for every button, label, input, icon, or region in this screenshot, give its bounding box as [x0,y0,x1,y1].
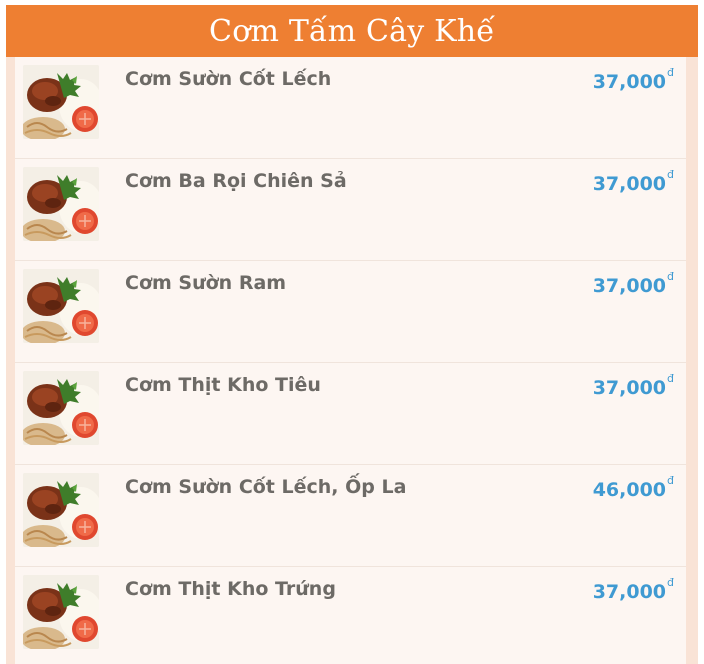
menu-item[interactable]: Cơm Thịt Kho Trứng 37,000đ [15,567,686,664]
menu-item[interactable]: Cơm Sườn Ram 37,000đ [15,261,686,363]
dish-price: 37,000đ [592,168,674,195]
menu-panel: Cơm Tấm Cây Khế Cơm Sườn Cốt Lếch 37,000… [6,5,698,664]
dish-name[interactable]: Cơm Sườn Cốt Lếch [125,68,331,90]
menu-item[interactable]: Cơm Sườn Cốt Lếch 37,000đ [15,57,686,159]
dish-price: 37,000đ [592,270,674,297]
dish-photo-icon[interactable] [23,167,99,241]
dish-name[interactable]: Cơm Sườn Cốt Lếch, Ốp La [125,476,406,498]
restaurant-title: Cơm Tấm Cây Khế [209,13,495,49]
dish-price: 37,000đ [592,576,674,603]
currency-symbol: đ [667,576,674,589]
dish-price: 37,000đ [592,66,674,93]
dish-name[interactable]: Cơm Sườn Ram [125,272,286,294]
dish-name[interactable]: Cơm Thịt Kho Trứng [125,578,336,600]
dish-photo-icon[interactable] [23,473,99,547]
menu-item[interactable]: Cơm Sườn Cốt Lếch, Ốp La 46,000đ [15,465,686,567]
currency-symbol: đ [667,168,674,181]
dish-name[interactable]: Cơm Ba Rọi Chiên Sả [125,170,347,192]
dish-photo-icon[interactable] [23,371,99,445]
menu-list[interactable]: Cơm Sườn Cốt Lếch 37,000đ Cơm Ba Rọi Chi… [15,57,686,664]
currency-symbol: đ [667,66,674,79]
currency-symbol: đ [667,270,674,283]
menu-item[interactable]: Cơm Ba Rọi Chiên Sả 37,000đ [15,159,686,261]
currency-symbol: đ [667,372,674,385]
menu-item[interactable]: Cơm Thịt Kho Tiêu 37,000đ [15,363,686,465]
menu-header: Cơm Tấm Cây Khế [6,5,698,57]
dish-price: 46,000đ [592,474,674,501]
dish-name[interactable]: Cơm Thịt Kho Tiêu [125,374,321,396]
dish-price: 37,000đ [592,372,674,399]
currency-symbol: đ [667,474,674,487]
dish-photo-icon[interactable] [23,269,99,343]
dish-photo-icon[interactable] [23,575,99,649]
dish-photo-icon[interactable] [23,65,99,139]
